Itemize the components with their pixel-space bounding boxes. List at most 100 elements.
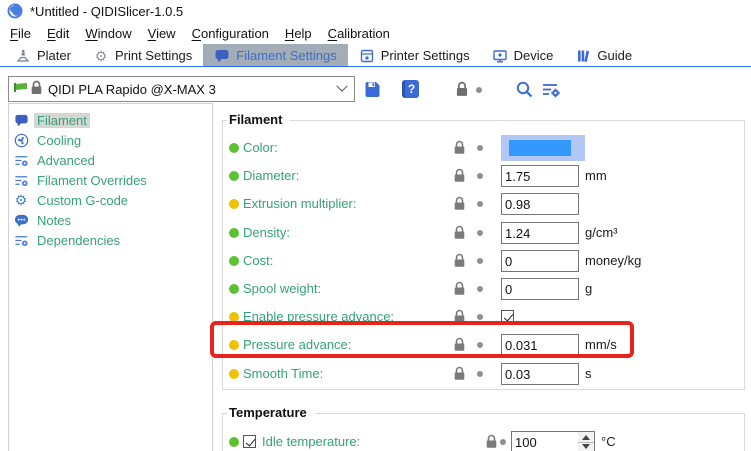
pressure-advance-input[interactable]: [501, 334, 579, 356]
preset-toolbar: QIDI PLA Rapido @X-MAX 3 ?: [0, 67, 751, 103]
menu-item-window[interactable]: Window: [83, 26, 141, 41]
filament-icon: [214, 48, 230, 64]
section-filament: Filament Color: Diameter: mm Extrusion m…: [222, 120, 745, 390]
plater-icon: [15, 48, 31, 64]
sidebar-item-advanced[interactable]: Advanced: [9, 150, 212, 170]
lock-icon: [452, 252, 467, 269]
setting-row-extrusion-multiplier: Extrusion multiplier:: [223, 190, 746, 218]
help-icon[interactable]: ?: [400, 79, 420, 99]
sidebar-item-custom-gcode[interactable]: ⚙ Custom G-code: [9, 190, 212, 210]
modified-dot: [477, 145, 483, 151]
smooth-time-input[interactable]: [501, 363, 579, 385]
sliders-gear-icon: [13, 152, 29, 168]
setting-label: Idle temperature:: [262, 434, 360, 449]
status-dot: [229, 228, 239, 238]
preset-dropdown[interactable]: QIDI PLA Rapido @X-MAX 3: [8, 76, 355, 102]
menu-item-edit[interactable]: Edit: [45, 26, 79, 41]
title-bar: *Untitled - QIDISlicer-1.0.5: [0, 0, 751, 22]
menu-item-configuration[interactable]: Configuration: [190, 26, 279, 41]
setting-row-smooth-time: Smooth Time: s: [223, 360, 746, 388]
lock-icon: [452, 167, 467, 184]
enable-pressure-advance-checkbox[interactable]: [501, 310, 514, 323]
setting-row-enable-pressure-advance: Enable pressure advance:: [223, 303, 746, 331]
lock-icon: [484, 433, 499, 450]
cost-input[interactable]: [501, 250, 579, 272]
gear-icon: ⚙: [13, 192, 29, 208]
modified-dot: [477, 314, 483, 320]
sidebar-item-cooling[interactable]: Cooling: [9, 130, 212, 150]
extrusion-multiplier-input[interactable]: [501, 193, 579, 215]
section-title: Temperature: [227, 405, 315, 420]
menu-item-file[interactable]: File: [8, 26, 41, 41]
qidislicer-window: *Untitled - QIDISlicer-1.0.5 File Edit W…: [0, 0, 751, 451]
section-temperature: Temperature Idle temperature: °C: [222, 413, 745, 451]
idle-temperature-checkbox[interactable]: [243, 435, 256, 448]
modified-dot: [476, 87, 482, 93]
search-icon[interactable]: [514, 79, 534, 99]
tab-label: Filament Settings: [236, 48, 336, 63]
status-dot: [229, 256, 239, 266]
tab-guide[interactable]: Guide: [564, 44, 643, 67]
compare-icon[interactable]: [541, 79, 561, 99]
tab-plater[interactable]: Plater: [4, 44, 82, 67]
spin-down-button[interactable]: [578, 441, 594, 451]
density-input[interactable]: [501, 222, 579, 244]
tab-label: Device: [514, 48, 554, 63]
printer-icon: [359, 48, 375, 64]
unit-label: s: [585, 366, 592, 381]
section-title: Filament: [227, 112, 290, 127]
save-icon[interactable]: [362, 79, 382, 99]
setting-row-diameter: Diameter: mm: [223, 162, 746, 190]
spool-weight-input[interactable]: [501, 278, 579, 300]
device-icon: [492, 48, 508, 64]
lock-icon[interactable]: [452, 79, 472, 99]
tab-label: Plater: [37, 48, 71, 63]
status-dot: [229, 340, 239, 350]
tab-bar: Plater ⚙ Print Settings Filament Setting…: [0, 44, 751, 67]
sidebar-item-label: Filament Overrides: [34, 173, 150, 188]
sliders-gear-icon: [13, 172, 29, 188]
fan-icon: [13, 132, 29, 148]
lock-icon: [452, 224, 467, 241]
sidebar-item-label: Cooling: [34, 133, 84, 148]
setting-label: Density:: [243, 225, 290, 240]
diameter-input[interactable]: [501, 165, 579, 187]
lock-icon: [452, 195, 467, 212]
sidebar-item-filament-overrides[interactable]: Filament Overrides: [9, 170, 212, 190]
modified-dot: [477, 230, 483, 236]
sidebar-item-notes[interactable]: Notes: [9, 210, 212, 230]
menu-item-view[interactable]: View: [146, 26, 186, 41]
status-dot: [229, 284, 239, 294]
color-swatch: [509, 140, 571, 156]
setting-row-density: Density: g/cm³: [223, 219, 746, 247]
tab-print-settings[interactable]: ⚙ Print Settings: [82, 44, 203, 67]
setting-row-cost: Cost: money/kg: [223, 247, 746, 275]
unit-label: g: [585, 281, 592, 296]
sidebar-item-dependencies[interactable]: Dependencies: [9, 230, 212, 250]
modified-dot: [477, 201, 483, 207]
unit-label: mm/s: [585, 337, 617, 352]
tab-device[interactable]: Device: [481, 44, 565, 67]
app-logo-icon: [7, 3, 23, 19]
unit-label: money/kg: [585, 253, 641, 268]
status-dot: [229, 171, 239, 181]
sidebar-item-filament[interactable]: Filament: [9, 110, 212, 130]
lock-icon: [452, 139, 467, 156]
modified-dot: [477, 258, 483, 264]
modified-dot: [500, 439, 506, 445]
sidebar-item-label: Advanced: [34, 153, 98, 168]
tab-filament-settings[interactable]: Filament Settings: [203, 44, 347, 67]
color-swatch-button[interactable]: [501, 135, 585, 161]
tab-printer-settings[interactable]: Printer Settings: [348, 44, 481, 67]
idle-temperature-input[interactable]: [511, 431, 579, 451]
modified-dot: [477, 173, 483, 179]
gear-icon: ⚙: [93, 48, 109, 64]
spinner-control: [578, 431, 595, 451]
unit-label: °C: [601, 434, 616, 449]
preset-name: QIDI PLA Rapido @X-MAX 3: [48, 82, 338, 97]
setting-row-spool-weight: Spool weight: g: [223, 275, 746, 303]
menu-item-help[interactable]: Help: [283, 26, 322, 41]
sliders-gear-icon: [13, 232, 29, 248]
window-title: *Untitled - QIDISlicer-1.0.5: [30, 4, 183, 19]
menu-item-calibration[interactable]: Calibration: [326, 26, 400, 41]
